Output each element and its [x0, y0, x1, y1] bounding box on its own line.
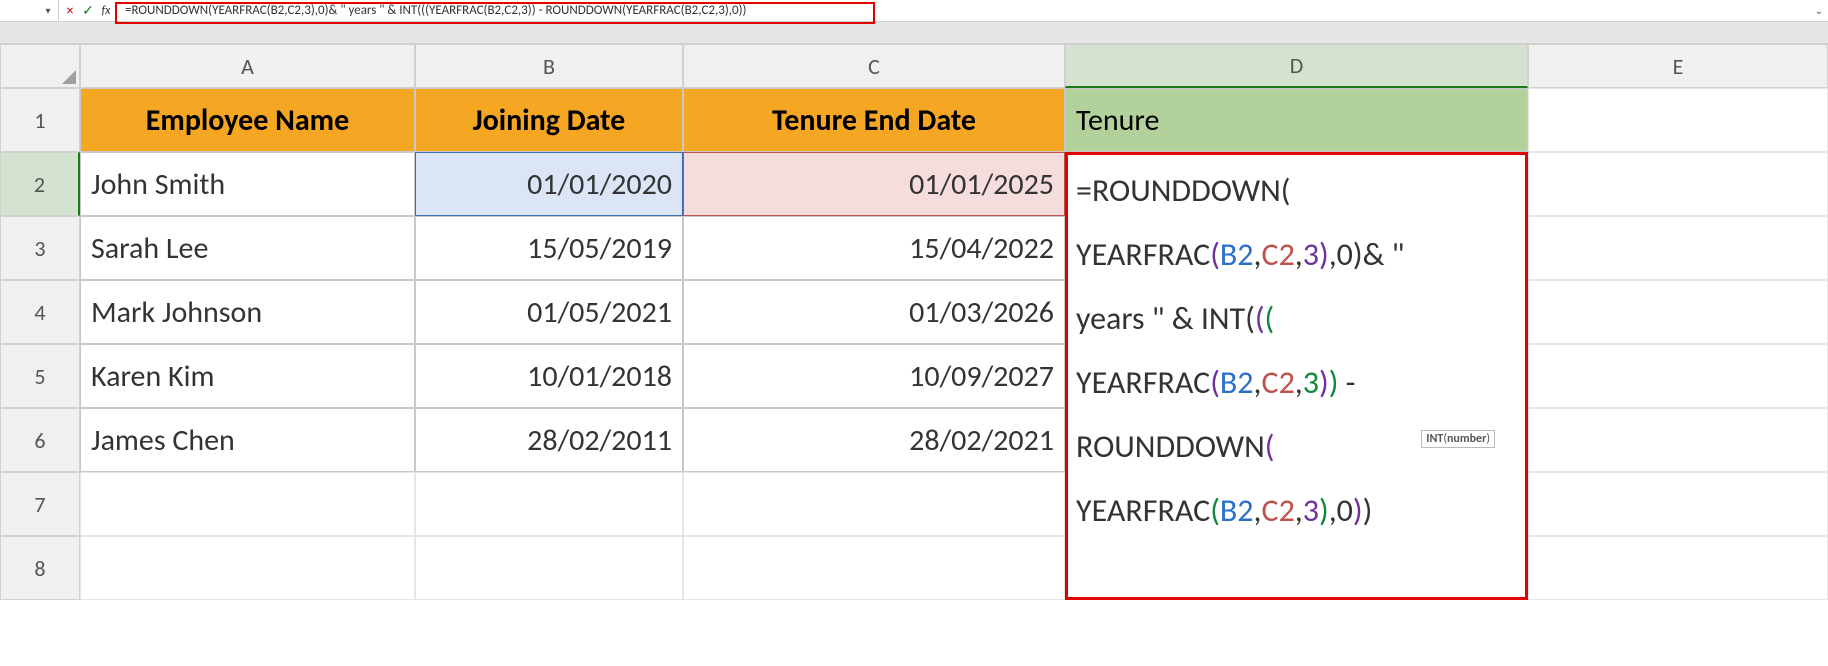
- cell-A1[interactable]: Employee Name: [80, 88, 415, 152]
- row-head-1[interactable]: 1: [0, 88, 80, 152]
- cell-C5[interactable]: 10/09/2027: [683, 344, 1065, 408]
- row-head-6[interactable]: 6: [0, 408, 80, 472]
- ribbon-spacer: [0, 22, 1828, 44]
- cell-E5[interactable]: [1528, 344, 1828, 408]
- insert-function-button[interactable]: fx: [97, 0, 115, 22]
- cell-B5[interactable]: 10/01/2018: [415, 344, 683, 408]
- cell-E8[interactable]: [1528, 536, 1828, 600]
- cell-E7[interactable]: [1528, 472, 1828, 536]
- cell-C3[interactable]: 15/04/2022: [683, 216, 1065, 280]
- cell-C1[interactable]: Tenure End Date: [683, 88, 1065, 152]
- row-head-5[interactable]: 5: [0, 344, 80, 408]
- cell-C2[interactable]: 01/01/2025: [683, 152, 1065, 216]
- row-head-7[interactable]: 7: [0, 472, 80, 536]
- cell-A3[interactable]: Sarah Lee: [80, 216, 415, 280]
- cell-D2-editing[interactable]: =ROUNDDOWN( YEARFRAC(B2,C2,3),0)& " year…: [1065, 152, 1528, 600]
- formula-input-wrap: =ROUNDDOWN(YEARFRAC(B2,C2,3),0)& " years…: [115, 3, 1810, 18]
- cancel-button[interactable]: ×: [61, 0, 79, 22]
- divider: [58, 0, 59, 22]
- formula-input[interactable]: =ROUNDDOWN(YEARFRAC(B2,C2,3),0)& " years…: [121, 3, 1810, 18]
- enter-button[interactable]: ✓: [79, 0, 97, 22]
- cell-E4[interactable]: [1528, 280, 1828, 344]
- cell-E2[interactable]: [1528, 152, 1828, 216]
- function-tooltip: INT(number): [1421, 430, 1495, 448]
- expand-formula-bar-icon[interactable]: ⌄: [1810, 4, 1828, 17]
- row-head-2[interactable]: 2: [0, 152, 80, 216]
- name-box-dropdown-icon[interactable]: ▾: [40, 4, 56, 17]
- cell-A8[interactable]: [80, 536, 415, 600]
- cell-E1[interactable]: [1528, 88, 1828, 152]
- cell-B3[interactable]: 15/05/2019: [415, 216, 683, 280]
- cell-B4[interactable]: 01/05/2021: [415, 280, 683, 344]
- cell-B8[interactable]: [415, 536, 683, 600]
- row-head-3[interactable]: 3: [0, 216, 80, 280]
- cell-A7[interactable]: [80, 472, 415, 536]
- cell-A6[interactable]: James Chen: [80, 408, 415, 472]
- formula-bar: ▾ × ✓ fx =ROUNDDOWN(YEARFRAC(B2,C2,3),0)…: [0, 0, 1828, 22]
- col-head-E[interactable]: E: [1528, 44, 1828, 88]
- select-all-corner[interactable]: [0, 44, 80, 88]
- cell-D1[interactable]: Tenure: [1065, 88, 1528, 152]
- spreadsheet-grid: A B C D E 1 Employee Name Joining Date T…: [0, 44, 1828, 600]
- col-head-D[interactable]: D: [1065, 44, 1528, 88]
- cell-B2[interactable]: 01/01/2020: [415, 152, 683, 216]
- cell-B1[interactable]: Joining Date: [415, 88, 683, 152]
- cell-A4[interactable]: Mark Johnson: [80, 280, 415, 344]
- cell-B7[interactable]: [415, 472, 683, 536]
- row-head-4[interactable]: 4: [0, 280, 80, 344]
- cell-C6[interactable]: 28/02/2021: [683, 408, 1065, 472]
- col-head-B[interactable]: B: [415, 44, 683, 88]
- cell-C7[interactable]: [683, 472, 1065, 536]
- cell-C4[interactable]: 01/03/2026: [683, 280, 1065, 344]
- cell-B6[interactable]: 28/02/2011: [415, 408, 683, 472]
- cell-C8[interactable]: [683, 536, 1065, 600]
- cell-E3[interactable]: [1528, 216, 1828, 280]
- row-head-8[interactable]: 8: [0, 536, 80, 600]
- col-head-A[interactable]: A: [80, 44, 415, 88]
- col-head-C[interactable]: C: [683, 44, 1065, 88]
- cell-E6[interactable]: [1528, 408, 1828, 472]
- cell-A5[interactable]: Karen Kim: [80, 344, 415, 408]
- cell-A2[interactable]: John Smith: [80, 152, 415, 216]
